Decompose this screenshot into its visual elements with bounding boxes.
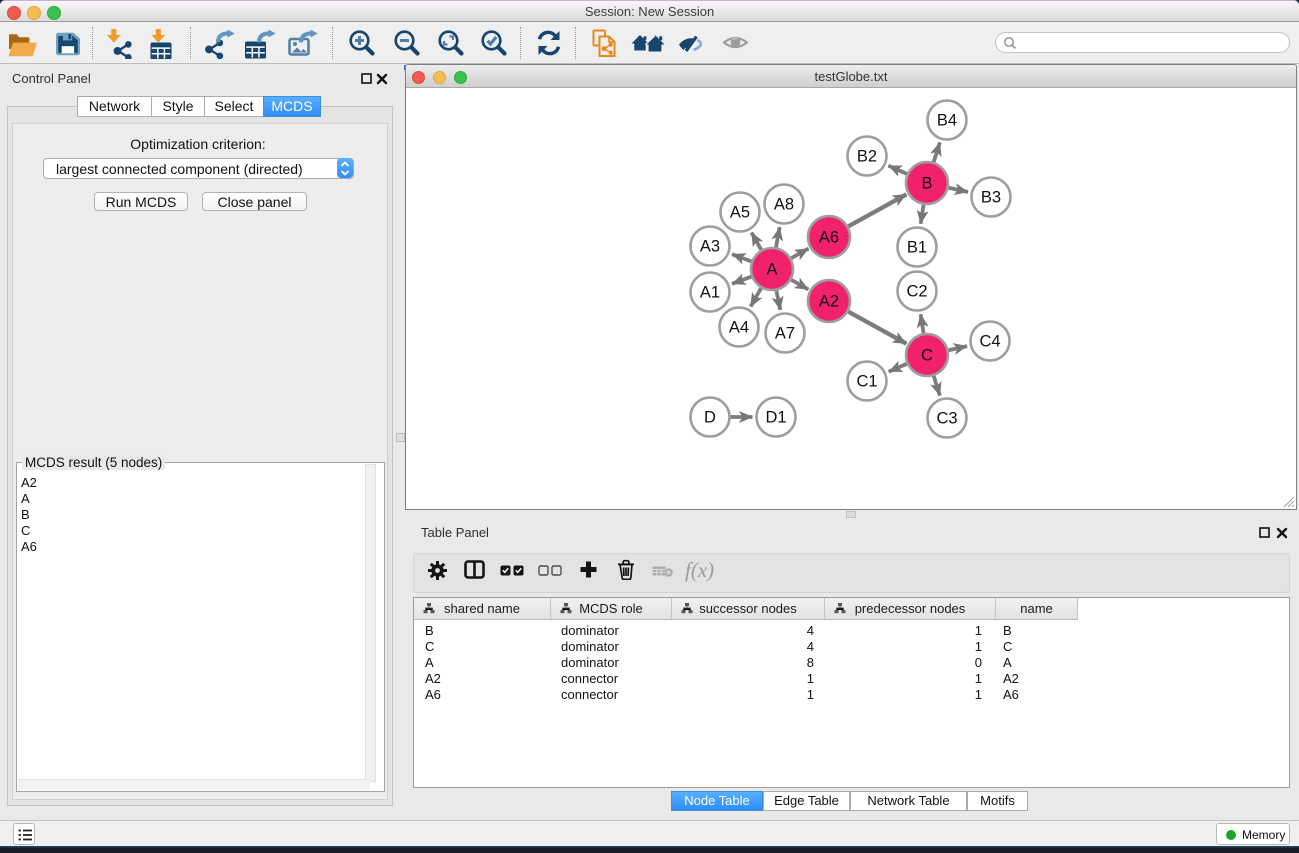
svg-text:A3: A3 (700, 238, 720, 256)
svg-text:A2: A2 (819, 293, 839, 311)
svg-text:A6: A6 (819, 229, 839, 247)
svg-text:B: B (921, 175, 932, 193)
svg-text:A4: A4 (729, 319, 749, 337)
svg-text:B3: B3 (981, 189, 1001, 207)
svg-text:D: D (704, 409, 716, 427)
svg-text:C2: C2 (906, 283, 927, 301)
svg-text:A7: A7 (775, 325, 795, 343)
svg-text:B4: B4 (937, 112, 957, 130)
svg-text:C: C (921, 347, 933, 365)
svg-text:A8: A8 (774, 196, 794, 214)
svg-text:C4: C4 (979, 333, 1000, 351)
svg-text:D1: D1 (765, 409, 786, 427)
svg-text:A: A (766, 261, 777, 279)
svg-text:A1: A1 (700, 284, 720, 302)
svg-text:C1: C1 (856, 373, 877, 391)
svg-text:A5: A5 (730, 204, 750, 222)
svg-text:B2: B2 (857, 148, 877, 166)
svg-text:C3: C3 (936, 410, 957, 428)
svg-text:B1: B1 (907, 239, 927, 257)
